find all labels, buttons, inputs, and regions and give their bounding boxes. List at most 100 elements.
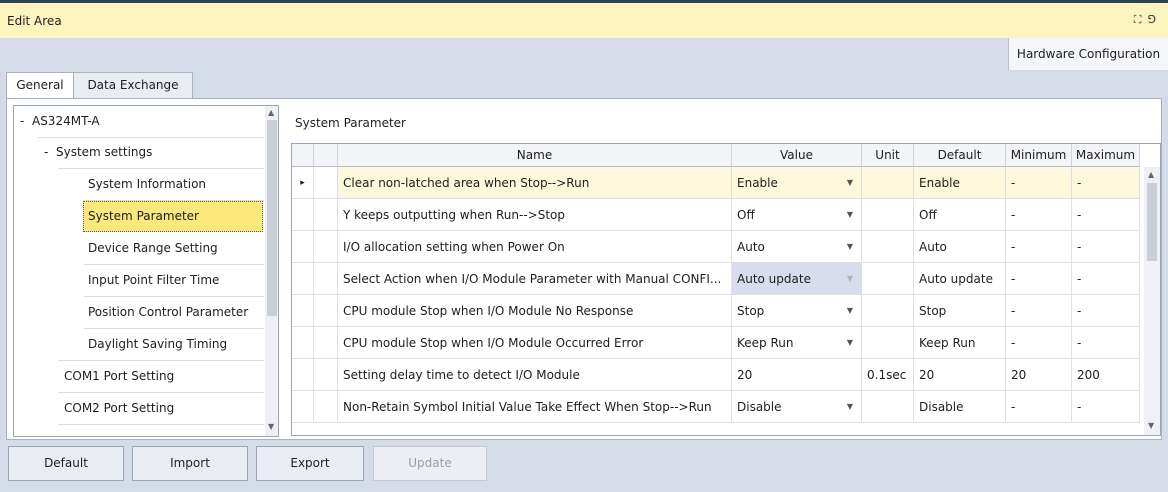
tree-item-system-parameter[interactable]: System Parameter: [83, 201, 263, 232]
cell-name: Setting delay time to detect I/O Module: [338, 359, 732, 391]
row-header[interactable]: [292, 263, 314, 295]
row-indent: [314, 327, 338, 359]
cell-value[interactable]: Stop ▼: [732, 295, 862, 327]
cell-value[interactable]: Disable ▼: [732, 391, 862, 423]
cell-maximum: 200: [1072, 359, 1140, 391]
maximize-icon[interactable]: ⛶: [1134, 13, 1148, 26]
cell-text: -: [1077, 208, 1082, 222]
row-indent: [314, 391, 338, 423]
cell-maximum: -: [1072, 167, 1140, 199]
cell-minimum: -: [1006, 199, 1072, 231]
row-header[interactable]: [292, 327, 314, 359]
cell-text: Disable: [737, 400, 782, 414]
scroll-up-icon[interactable]: ▲: [1148, 170, 1154, 179]
column-header-name[interactable]: Name: [338, 144, 732, 167]
parameter-grid: Name Value Unit Default Minimum Maximum …: [291, 143, 1161, 436]
dropdown-arrow-icon[interactable]: ▼: [847, 327, 853, 358]
column-header-value[interactable]: Value: [732, 144, 862, 167]
row-header[interactable]: [292, 359, 314, 391]
dropdown-arrow-icon[interactable]: ▼: [847, 199, 853, 230]
cell-minimum: -: [1006, 327, 1072, 359]
header-spacer: [314, 144, 338, 167]
row-header[interactable]: [292, 231, 314, 263]
cell-maximum: -: [1072, 327, 1140, 359]
cell-value[interactable]: Auto update ▼: [732, 263, 862, 295]
tab-hardware-configuration[interactable]: Hardware Configuration: [1008, 38, 1168, 70]
tree-group-system-settings[interactable]: - System settings: [44, 137, 152, 168]
default-button[interactable]: Default: [8, 446, 124, 481]
row-header[interactable]: [292, 199, 314, 231]
scroll-down-icon[interactable]: ▼: [268, 422, 274, 431]
cell-text: Stop: [737, 304, 765, 318]
cell-maximum: -: [1072, 231, 1140, 263]
dropdown-arrow-icon[interactable]: ▼: [847, 391, 853, 422]
tree-item-input-point-filter-time[interactable]: Input Point Filter Time: [88, 265, 219, 296]
cell-text: -: [1011, 208, 1016, 222]
export-button[interactable]: Export: [256, 446, 364, 481]
cell-minimum: -: [1006, 295, 1072, 327]
cell-text: -: [1077, 400, 1082, 414]
cell-text: Auto: [919, 240, 947, 254]
tree-item-daylight-saving-timing[interactable]: Daylight Saving Timing: [88, 329, 227, 360]
section-title: System Parameter: [295, 116, 406, 130]
column-header-default[interactable]: Default: [914, 144, 1006, 167]
row-header[interactable]: [292, 391, 314, 423]
cell-default: Auto: [914, 231, 1006, 263]
tree-item-system-information[interactable]: System Information: [88, 169, 206, 200]
collapse-icon[interactable]: -: [20, 114, 24, 128]
column-header-minimum[interactable]: Minimum: [1006, 144, 1072, 167]
tree-scrollbar[interactable]: ▲ ▼: [265, 106, 278, 436]
cell-text: Auto update: [919, 272, 993, 286]
dropdown-arrow-icon[interactable]: ▼: [847, 263, 853, 294]
cell-name: Non-Retain Symbol Initial Value Take Eff…: [338, 391, 732, 423]
cell-value[interactable]: 20: [732, 359, 862, 391]
tree-item-device-range-setting[interactable]: Device Range Setting: [88, 233, 218, 264]
cell-text: -: [1011, 336, 1016, 350]
cell-text: Enable: [919, 176, 960, 190]
import-button[interactable]: Import: [132, 446, 248, 481]
tree-item-com2-port-setting[interactable]: COM2 Port Setting: [64, 393, 174, 424]
cell-value[interactable]: Auto ▼: [732, 231, 862, 263]
tree-item-com1-port-setting[interactable]: COM1 Port Setting: [64, 361, 174, 392]
tab-general[interactable]: General: [6, 72, 74, 99]
cell-value[interactable]: Enable ▼: [732, 167, 862, 199]
row-indent: [314, 199, 338, 231]
column-header-unit[interactable]: Unit: [862, 144, 914, 167]
scroll-down-icon[interactable]: ▼: [1148, 421, 1154, 430]
update-button: Update: [373, 446, 487, 481]
row-header[interactable]: [292, 295, 314, 327]
cell-text: CPU module Stop when I/O Module No Respo…: [343, 304, 634, 318]
cell-text: -: [1011, 176, 1016, 190]
dropdown-arrow-icon[interactable]: ▼: [847, 167, 853, 198]
cell-value[interactable]: Off ▼: [732, 199, 862, 231]
cell-value[interactable]: Keep Run ▼: [732, 327, 862, 359]
pin-icon[interactable]: ⅁: [1147, 13, 1162, 26]
cell-name: I/O allocation setting when Power On: [338, 231, 732, 263]
grid-scroll-thumb[interactable]: [1147, 183, 1157, 261]
grid-scrollbar[interactable]: ▲ ▼: [1144, 167, 1160, 435]
collapse-icon[interactable]: -: [44, 145, 48, 159]
cell-text: Auto update: [737, 272, 811, 286]
row-header[interactable]: ▸: [292, 167, 314, 199]
tree-scroll-thumb[interactable]: [267, 120, 277, 316]
column-header-maximum[interactable]: Maximum: [1072, 144, 1140, 167]
tree-root-node[interactable]: - AS324MT-A: [20, 106, 100, 137]
cell-text: -: [1077, 240, 1082, 254]
tree-item-position-control-parameter[interactable]: Position Control Parameter: [88, 297, 248, 328]
divider: [58, 424, 264, 425]
dropdown-arrow-icon[interactable]: ▼: [847, 295, 853, 326]
cell-default: Keep Run: [914, 327, 1006, 359]
dropdown-arrow-icon[interactable]: ▼: [847, 231, 853, 262]
tab-data-exchange[interactable]: Data Exchange: [73, 72, 193, 98]
cell-unit: [862, 231, 914, 263]
document-tab-strip: Hardware Configuration: [0, 38, 1168, 70]
cell-unit: [862, 391, 914, 423]
cell-text: I/O allocation setting when Power On: [343, 240, 565, 254]
cell-unit: [862, 295, 914, 327]
window-title: Edit Area: [7, 14, 62, 28]
scroll-up-icon[interactable]: ▲: [268, 108, 274, 117]
cell-text: Enable: [737, 176, 778, 190]
cell-text: Non-Retain Symbol Initial Value Take Eff…: [343, 400, 712, 414]
cell-unit: [862, 199, 914, 231]
cell-text: 200: [1077, 368, 1100, 382]
